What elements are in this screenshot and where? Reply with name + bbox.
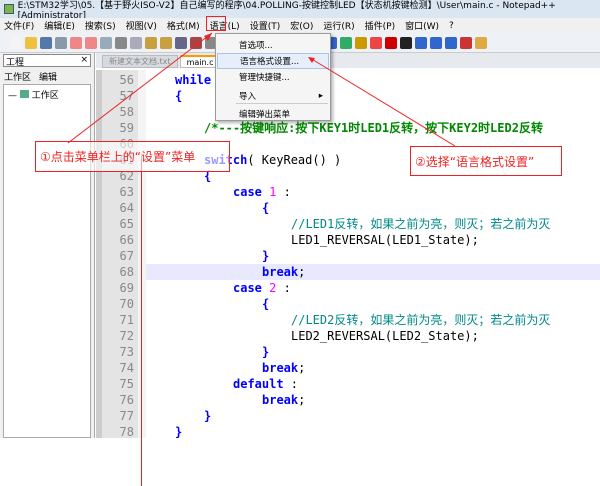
arrow-step1: [67, 32, 213, 144]
arrow-head-step1: [204, 33, 212, 41]
annotation-arrows: [67, 32, 456, 147]
arrow-step2: [309, 57, 456, 147]
